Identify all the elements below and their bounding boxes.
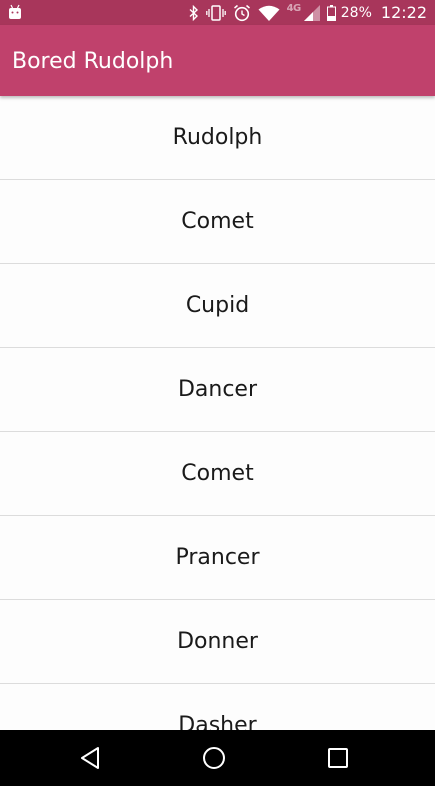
list-item[interactable]: Comet — [0, 432, 435, 516]
navigation-bar — [0, 730, 435, 786]
reindeer-list[interactable]: Rudolph Comet Cupid Dancer Comet Prancer… — [0, 96, 435, 730]
network-type-label: 4G — [286, 3, 302, 14]
status-icons: 4G 28% 12:22 — [189, 0, 427, 25]
wifi-icon — [258, 5, 280, 21]
back-triangle-icon[interactable] — [79, 746, 103, 770]
recents-square-icon[interactable] — [326, 746, 350, 770]
battery-icon — [326, 4, 336, 21]
status-clock: 12:22 — [380, 3, 427, 22]
signal-icon — [303, 4, 320, 21]
list-item[interactable]: Prancer — [0, 516, 435, 600]
list-item[interactable]: Cupid — [0, 264, 435, 348]
list-item[interactable]: Comet — [0, 180, 435, 264]
bluetooth-icon — [189, 4, 198, 21]
battery-percent: 28% — [340, 4, 372, 21]
alarm-icon — [233, 4, 250, 21]
app-title: Bored Rudolph — [12, 49, 174, 74]
status-bar: 4G 28% 12:22 — [0, 0, 435, 25]
list-item[interactable]: Dancer — [0, 348, 435, 432]
list-item[interactable]: Dasher — [0, 684, 435, 730]
list-item[interactable]: Rudolph — [0, 96, 435, 180]
android-icon — [9, 4, 21, 19]
home-circle-icon[interactable] — [202, 746, 226, 770]
list-item[interactable]: Donner — [0, 600, 435, 684]
vibrate-icon — [205, 4, 226, 21]
app-bar: Bored Rudolph — [0, 25, 435, 96]
